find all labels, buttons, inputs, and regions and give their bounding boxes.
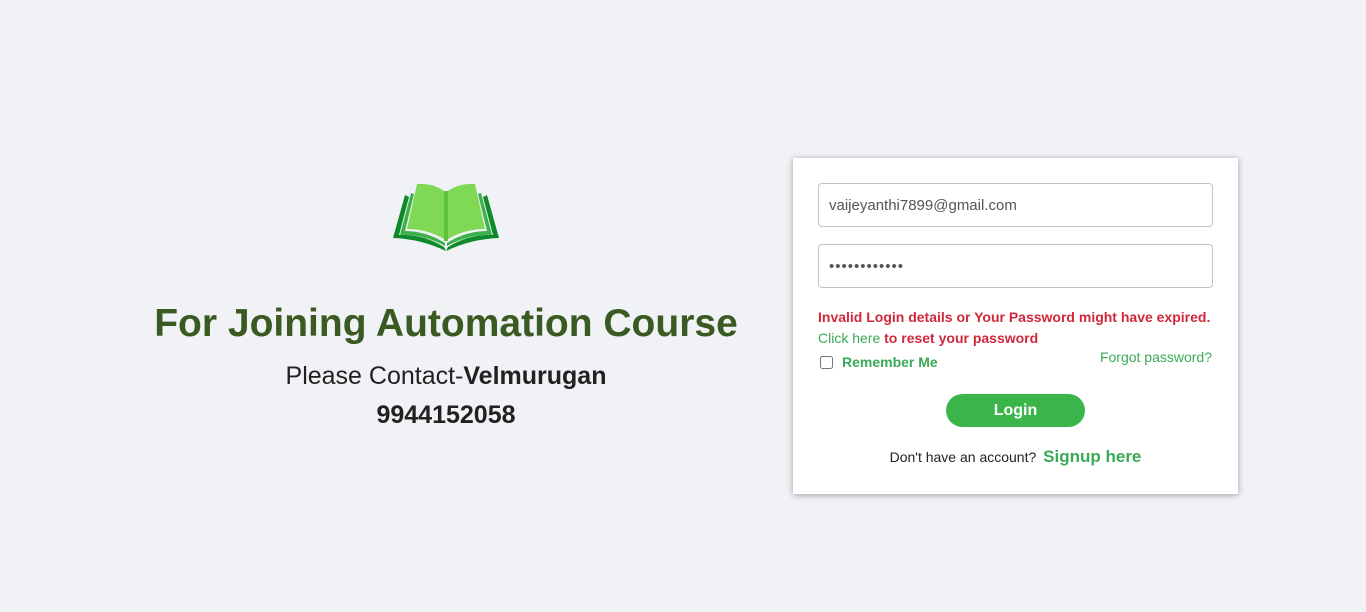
signup-link[interactable]: Signup here	[1043, 447, 1141, 466]
reset-password-link[interactable]: Click here	[818, 330, 880, 346]
login-error-message: Invalid Login details or Your Password m…	[818, 307, 1218, 349]
password-input[interactable]	[818, 244, 1213, 288]
remember-me-checkbox[interactable]	[820, 355, 833, 369]
error-text: Invalid Login details or Your Password m…	[818, 309, 1211, 325]
email-input[interactable]	[818, 183, 1213, 227]
signup-row: Don't have an account? Signup here	[793, 447, 1238, 467]
contact-name: Velmurugan	[463, 362, 607, 390]
open-book-icon	[393, 183, 499, 251]
remember-me[interactable]: Remember Me	[818, 354, 938, 370]
login-button[interactable]: Login	[946, 394, 1085, 427]
contact-line: Please Contact-Velmurugan	[0, 362, 892, 391]
forgot-password-link[interactable]: Forgot password?	[1100, 349, 1212, 365]
promo-panel: For Joining Automation Course Please Con…	[0, 0, 892, 612]
reset-suffix: to reset your password	[880, 330, 1039, 346]
promo-title: For Joining Automation Course	[154, 302, 738, 345]
login-card: Invalid Login details or Your Password m…	[793, 158, 1238, 494]
contact-phone: 9944152058	[376, 401, 516, 429]
contact-prefix: Please Contact-	[285, 362, 464, 390]
signup-prompt: Don't have an account?	[889, 449, 1037, 465]
remember-me-label: Remember Me	[842, 354, 938, 370]
